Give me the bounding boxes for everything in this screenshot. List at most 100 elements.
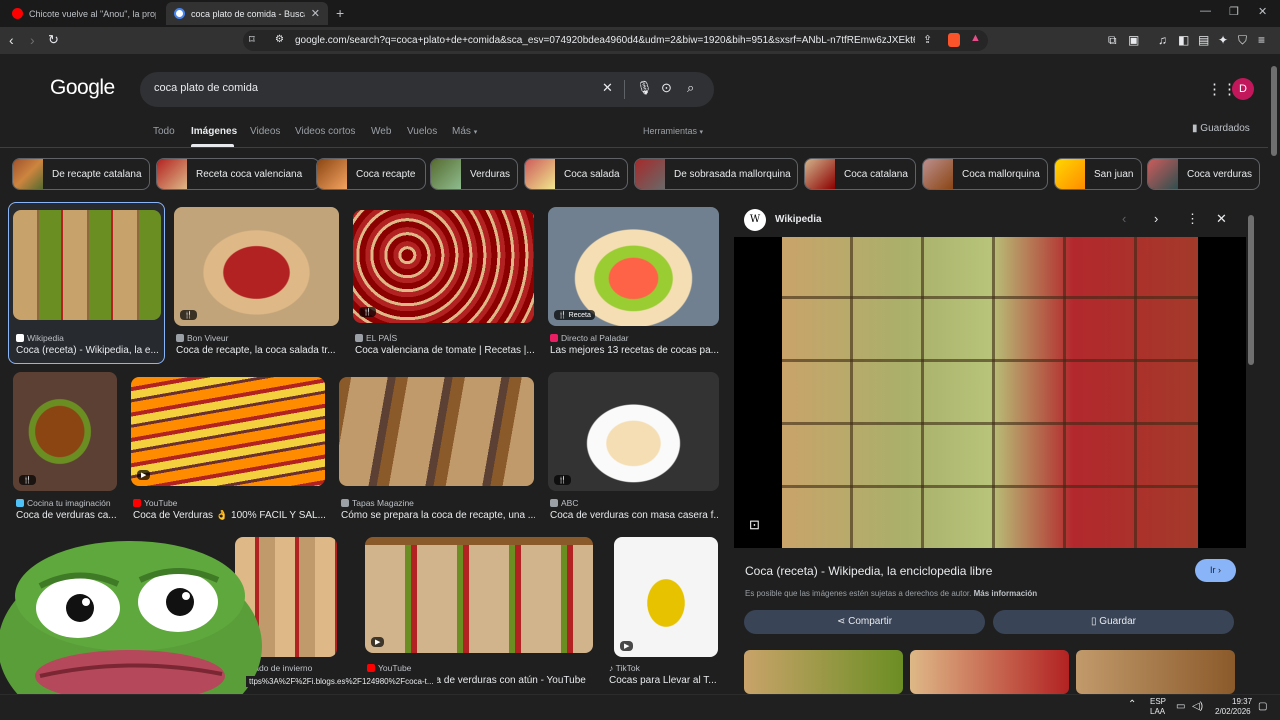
share-button[interactable]: ⋖ Compartir [744,610,985,634]
saved-button[interactable]: ▮ Guardados [1192,123,1250,134]
chip[interactable]: Verduras [430,158,518,190]
network-icon[interactable]: ▭ [1176,701,1185,712]
restore-button[interactable]: ❐ [1229,5,1239,18]
panel-scrollbar-thumb[interactable] [1248,215,1254,365]
visit-button[interactable]: Ir › [1195,559,1236,582]
lens-icon[interactable]: ⊙ [661,80,672,96]
related-thumbnail[interactable] [910,650,1069,694]
result-thumbnail[interactable]: ▶ [365,537,593,653]
lens-search-icon[interactable]: ⊡ [749,517,760,533]
result-caption[interactable]: Coca de verduras con masa casera f... [550,510,718,521]
avatar[interactable]: D [1232,78,1254,100]
chip[interactable]: San juan [1054,158,1142,190]
tab-videos[interactable]: Videos [250,126,280,137]
sidebar-icon[interactable]: ◧ [1178,33,1189,47]
close-tab-icon[interactable]: ✕ [311,7,320,20]
chevron-up-icon[interactable]: ⌃ [1128,699,1136,710]
page-scrollbar-thumb[interactable] [1271,66,1277,156]
result-thumbnail[interactable]: 🍴 [174,207,339,326]
site-info-icon[interactable]: ⚙ [275,34,284,45]
language-indicator[interactable]: ESP [1150,697,1166,706]
preview-image-frame[interactable]: ⊡ [734,237,1246,548]
panel-title[interactable]: Coca (receta) - Wikipedia, la encicloped… [745,564,992,578]
tab-short-videos[interactable]: Videos cortos [295,126,355,137]
reader-icon[interactable]: ▣ [1128,33,1139,47]
microphone-icon[interactable]: 🎙 [636,80,653,96]
tab-web[interactable]: Web [371,126,391,137]
menu-icon[interactable]: ≡ [1258,33,1265,47]
tab-images[interactable]: Imágenes [191,126,237,137]
result-caption[interactable]: Coca de recapte, la coca salada tr... [176,345,336,356]
chip[interactable]: Receta coca valenciana [156,158,320,190]
google-logo[interactable]: Google [50,76,115,100]
extensions-icon[interactable]: ⧉ [1108,33,1117,48]
notification-icon[interactable]: ▢ [1258,701,1267,712]
result-thumbnail[interactable]: 🍴 [548,372,719,491]
minimize-button[interactable]: — [1200,5,1211,17]
page-scrollbar[interactable] [1268,54,1280,694]
result-caption[interactable]: oca de verduras con atún - YouTube [425,675,595,686]
vpn-icon[interactable]: ⛉ [1238,33,1247,48]
result-caption[interactable]: Coca de Verduras 👌 100% FACIL Y SAL... [133,510,325,521]
volume-icon[interactable]: ◁) [1192,701,1203,712]
address-bar[interactable]: ⌑ ⚙ google.com/search?q=coca+plato+de+co… [243,30,988,51]
more-info-link[interactable]: Más información [974,589,1038,598]
chip[interactable]: Coca recapte [316,158,426,190]
chip[interactable]: Coca salada [524,158,628,190]
share-icon[interactable]: ⇪ [923,33,932,46]
result-caption[interactable]: Las mejores 13 recetas de cocas pa... [550,345,720,356]
tab-flights[interactable]: Vuelos [407,126,437,137]
chip[interactable]: De sobrasada mallorquina [634,158,798,190]
result-thumbnail[interactable] [339,377,534,486]
previous-icon[interactable]: ‹ [1122,211,1126,226]
save-button[interactable]: ▯ Guardar [993,610,1234,634]
browser-tab-search[interactable]: coca plato de comida - Buscar con ✕ [166,2,328,25]
reload-icon[interactable]: ↻ [48,32,59,48]
close-panel-icon[interactable]: ✕ [1216,211,1227,227]
media-icon[interactable]: ♫ [1158,33,1167,47]
tools-button[interactable]: Herramientas ▾ [643,126,703,136]
leo-icon[interactable]: ✦ [1218,33,1228,47]
new-tab-button[interactable]: + [336,5,344,21]
result-caption[interactable]: Coca valenciana de tomate | Recetas |... [355,345,535,356]
chip[interactable]: Coca catalana [804,158,916,190]
panel-site-name[interactable]: Wikipedia [775,214,822,225]
search-icon[interactable]: ⌕ [687,80,694,96]
result-source-text: YouTube [378,663,412,673]
next-icon[interactable]: › [1154,211,1158,226]
browser-tab-video[interactable]: Chicote vuelve al "Anou", la propietaria [4,2,164,25]
related-thumbnail[interactable] [744,650,903,694]
keyboard-layout[interactable]: LAA [1150,707,1165,716]
tab-all[interactable]: Todo [153,126,175,137]
bookmark-icon[interactable]: ⌑ [249,33,255,46]
rewards-icon[interactable]: ▲ [970,32,981,44]
result-thumbnail[interactable]: ▶ [614,537,718,657]
search-box[interactable]: coca plato de comida ✕ 🎙 ⊙ ⌕ [140,72,714,107]
chip[interactable]: Coca mallorquina [922,158,1048,190]
close-window-button[interactable]: ✕ [1258,5,1267,18]
result-thumbnail[interactable]: 🍴 [13,372,117,491]
back-icon[interactable]: ‹ [9,32,14,48]
result-caption[interactable]: Coca (receta) - Wikipedia, la e... [16,345,162,356]
result-caption[interactable]: Cocas para Llevar al T... [609,675,719,686]
tab-more[interactable]: Más ▾ [452,126,477,137]
panel-scrollbar[interactable] [1248,205,1254,675]
clear-icon[interactable]: ✕ [602,80,613,96]
result-caption[interactable]: Cómo se prepara la coca de recapte, una … [341,510,535,521]
related-thumbnail[interactable] [1076,650,1235,694]
forward-icon[interactable]: › [30,32,35,48]
clock-time[interactable]: 19:37 [1232,697,1252,706]
chip[interactable]: De recapte catalana [12,158,150,190]
result-thumbnail[interactable]: ▶ [131,377,325,486]
brave-shield-icon[interactable] [948,33,960,47]
more-options-icon[interactable]: ⋮ [1186,211,1199,227]
result-thumbnail[interactable] [13,210,161,320]
chevron-right-icon: › [1218,565,1221,575]
search-input[interactable]: coca plato de comida [154,82,258,94]
result-thumbnail[interactable]: 🍴 [353,210,534,323]
result-caption[interactable]: Coca de verduras ca... [16,510,119,521]
result-thumbnail[interactable]: 🍴 Receta [548,207,719,326]
clock-date[interactable]: 2/02/2026 [1215,707,1251,716]
wallet-icon[interactable]: ▤ [1198,33,1209,47]
chip[interactable]: Coca verduras [1147,158,1260,190]
